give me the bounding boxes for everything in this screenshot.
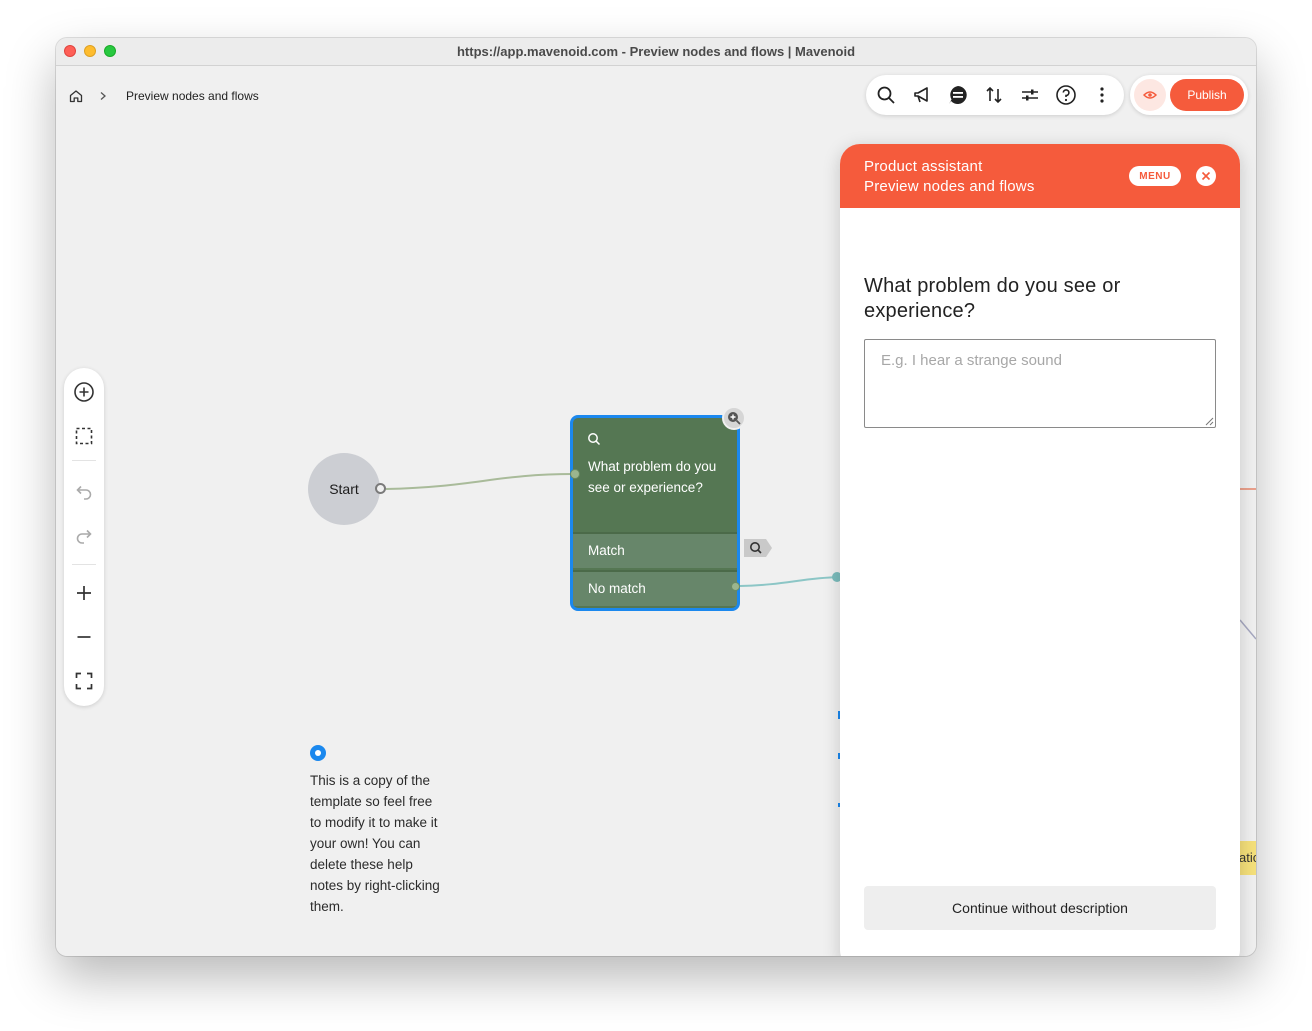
fit-screen-icon[interactable] bbox=[73, 670, 95, 692]
chat-icon[interactable] bbox=[947, 84, 969, 106]
panel-title: Product assistant bbox=[864, 158, 983, 175]
continue-without-description-button[interactable]: Continue without description bbox=[864, 886, 1216, 930]
start-node[interactable]: Start bbox=[308, 453, 380, 525]
preview-button[interactable] bbox=[1134, 79, 1166, 111]
sliders-icon[interactable] bbox=[1019, 84, 1041, 106]
browser-window: https://app.mavenoid.com - Preview nodes… bbox=[56, 38, 1256, 956]
redo-icon[interactable] bbox=[73, 525, 95, 547]
resize-grip-icon[interactable] bbox=[1204, 416, 1214, 426]
zoom-plus-icon bbox=[728, 412, 741, 425]
start-node-label: Start bbox=[329, 481, 359, 497]
eye-icon bbox=[1143, 91, 1157, 99]
close-icon bbox=[1201, 171, 1211, 181]
partial-flow-node[interactable]: atic bbox=[1239, 841, 1256, 875]
sidebar-divider bbox=[72, 460, 96, 461]
add-node-button[interactable] bbox=[722, 406, 746, 430]
close-panel-button[interactable] bbox=[1196, 166, 1216, 186]
preview-panel-header: Product assistant Preview nodes and flow… bbox=[840, 144, 1240, 208]
question-node-header: What problem do you see or experience? bbox=[573, 418, 737, 533]
more-icon[interactable] bbox=[1091, 84, 1113, 106]
help-note-text: This is a copy of the template so feel f… bbox=[310, 773, 440, 914]
select-area-icon[interactable] bbox=[73, 425, 95, 447]
output-match-label: Match bbox=[588, 543, 625, 558]
title-bar: https://app.mavenoid.com - Preview nodes… bbox=[56, 38, 1256, 66]
start-output-port[interactable] bbox=[375, 483, 386, 494]
sidebar-divider bbox=[72, 564, 96, 565]
question-input-port[interactable] bbox=[570, 469, 580, 479]
search-icon[interactable] bbox=[875, 84, 897, 106]
help-note-marker[interactable] bbox=[310, 745, 326, 761]
menu-button[interactable]: MENU bbox=[1129, 166, 1181, 186]
publish-button[interactable]: Publish bbox=[1170, 79, 1244, 111]
canvas-tools-sidebar bbox=[64, 368, 104, 706]
partial-flow-node-text: atic bbox=[1239, 850, 1256, 865]
match-search-tag[interactable] bbox=[740, 537, 774, 559]
zoom-in-icon[interactable] bbox=[73, 582, 95, 604]
search-icon bbox=[588, 433, 601, 446]
zoom-out-icon[interactable] bbox=[73, 626, 95, 648]
output-no-match-label: No match bbox=[588, 581, 646, 596]
help-icon[interactable] bbox=[1055, 84, 1077, 106]
question-node-text: What problem do you see or experience? bbox=[588, 459, 717, 495]
question-node[interactable]: What problem do you see or experience? M… bbox=[570, 415, 740, 611]
problem-description-input[interactable] bbox=[864, 339, 1216, 428]
publish-group: Publish bbox=[1130, 75, 1248, 115]
home-icon[interactable] bbox=[68, 88, 84, 104]
breadcrumb: Preview nodes and flows bbox=[68, 87, 259, 105]
window-title: https://app.mavenoid.com - Preview nodes… bbox=[456, 44, 856, 59]
output-no-match[interactable]: No match bbox=[573, 570, 737, 606]
chevron-right-icon bbox=[100, 92, 106, 100]
panel-subtitle: Preview nodes and flows bbox=[864, 178, 1035, 195]
preview-panel: Product assistant Preview nodes and flow… bbox=[840, 144, 1240, 956]
top-toolbar bbox=[866, 75, 1124, 115]
flow-canvas[interactable]: Preview nodes and flows Publish Start Wh… bbox=[56, 67, 1256, 956]
panel-question: What problem do you see or experience? bbox=[864, 275, 1121, 322]
undo-icon[interactable] bbox=[73, 481, 95, 503]
add-node-icon[interactable] bbox=[73, 381, 95, 403]
sort-icon[interactable] bbox=[983, 84, 1005, 106]
megaphone-icon[interactable] bbox=[911, 84, 933, 106]
output-match[interactable]: Match bbox=[573, 532, 737, 568]
breadcrumb-current: Preview nodes and flows bbox=[126, 89, 259, 103]
no-match-output-port[interactable] bbox=[731, 582, 740, 591]
